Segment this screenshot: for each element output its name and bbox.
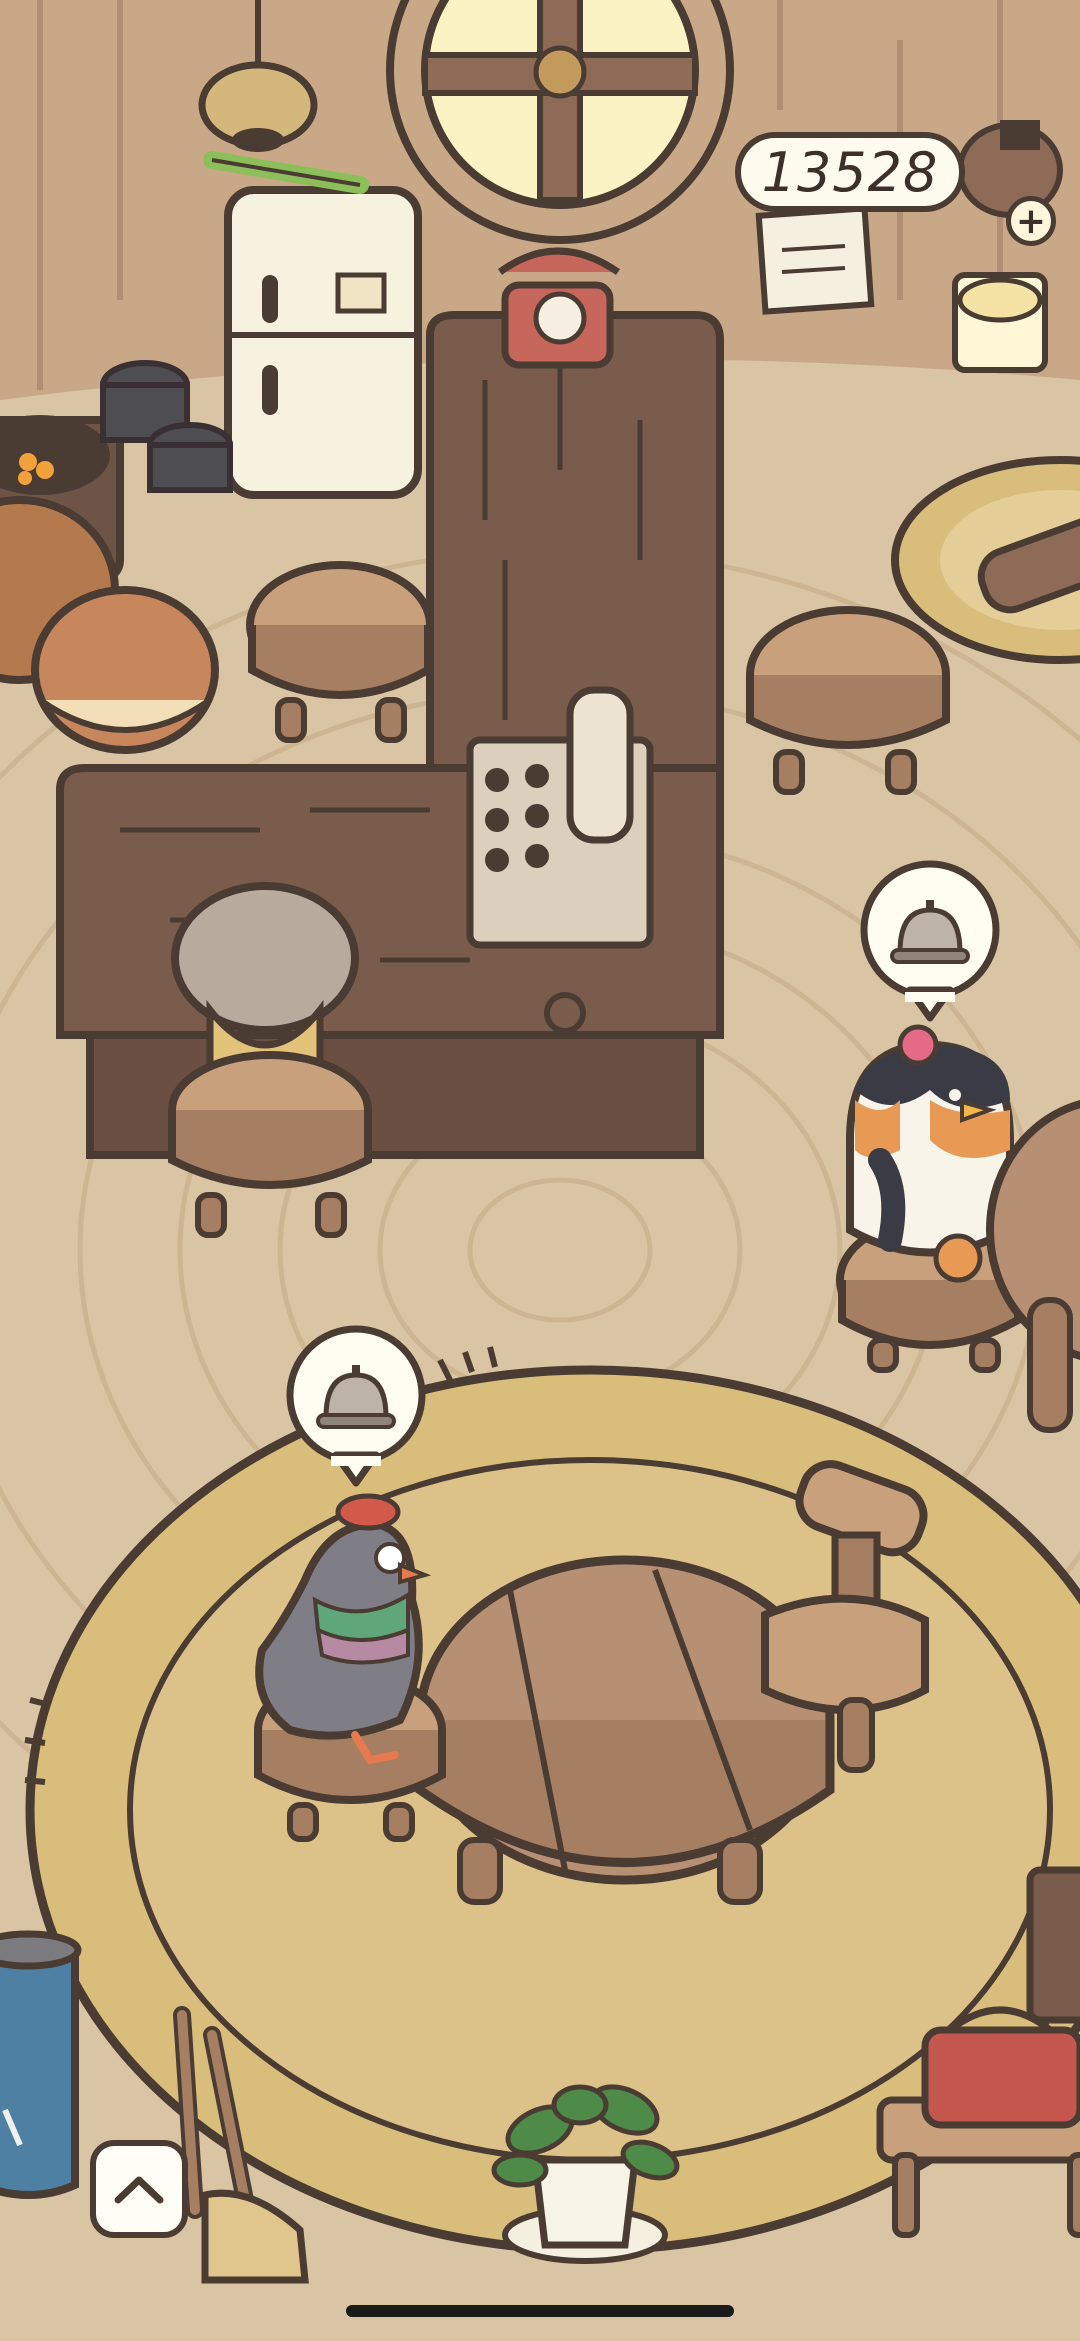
scroll-up-button[interactable] — [90, 2140, 188, 2238]
home-indicator[interactable] — [346, 2305, 734, 2317]
add-coins-button[interactable]: + — [1006, 196, 1056, 246]
cafe-scene — [0, 0, 1080, 2341]
fridge — [203, 151, 422, 499]
menu-note — [755, 205, 875, 315]
paper-roll — [952, 272, 1048, 373]
coin-balance-display: 13528 — [735, 132, 965, 212]
coin-balance-text: 13528 — [761, 140, 939, 204]
plus-icon: + — [1015, 200, 1047, 242]
telephone — [497, 247, 620, 369]
chevron-up-icon — [114, 2176, 164, 2204]
trash-bin — [0, 1930, 82, 2199]
